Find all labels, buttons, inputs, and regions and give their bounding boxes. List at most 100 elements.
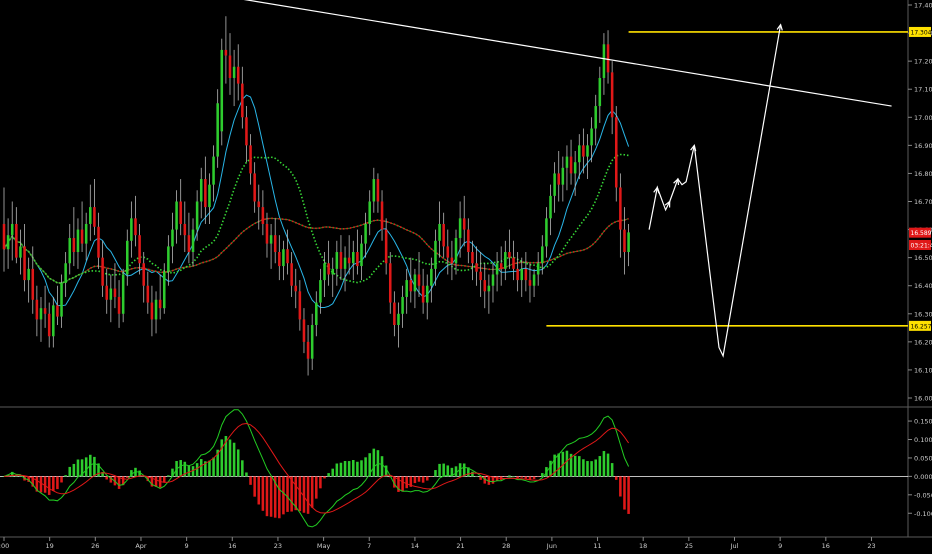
macd-histogram-bar bbox=[257, 476, 260, 504]
candle-body bbox=[418, 274, 421, 285]
macd-histogram-bar bbox=[48, 476, 51, 495]
chart-canvas[interactable]: 17.40017.30017.20017.10017.00016.90016.8… bbox=[0, 0, 932, 550]
candle-body bbox=[249, 145, 252, 173]
candle-body bbox=[373, 179, 376, 201]
macd-histogram-bar bbox=[442, 464, 445, 477]
candle-body bbox=[147, 286, 150, 303]
candle-body bbox=[253, 173, 256, 201]
x-tick-label: :00 bbox=[0, 542, 9, 550]
candle-body bbox=[294, 286, 297, 292]
trading-chart: 17.40017.30017.20017.10017.00016.90016.8… bbox=[0, 0, 932, 550]
candle-body bbox=[574, 162, 577, 173]
macd-y-tick-label: -0.100 bbox=[914, 510, 932, 518]
candle-body bbox=[192, 230, 195, 252]
candle-body bbox=[163, 272, 166, 308]
candle-body bbox=[262, 207, 265, 224]
macd-histogram-bar bbox=[537, 476, 540, 477]
candle-body bbox=[356, 252, 359, 266]
candle-body bbox=[578, 145, 581, 162]
y-tick-label: 16.400 bbox=[914, 282, 932, 290]
macd-histogram-bar bbox=[40, 476, 43, 492]
candle-body bbox=[410, 280, 413, 291]
macd-y-tick-label: 0.100 bbox=[914, 436, 932, 444]
candle-body bbox=[483, 280, 486, 291]
candle-body bbox=[336, 252, 339, 269]
x-tick-label: 16 bbox=[822, 542, 830, 550]
candle-body bbox=[385, 230, 388, 264]
candle-body bbox=[516, 269, 519, 280]
candle-body bbox=[73, 238, 76, 252]
x-tick-label: Jun bbox=[546, 542, 557, 550]
candle-body bbox=[110, 289, 113, 300]
macd-histogram-bar bbox=[229, 440, 232, 477]
candle-body bbox=[77, 230, 80, 252]
candle-body bbox=[142, 263, 145, 285]
candle-body bbox=[303, 319, 306, 341]
macd-histogram-bar bbox=[200, 459, 203, 476]
candle-body bbox=[504, 252, 507, 269]
macd-histogram-bar bbox=[188, 466, 191, 476]
y-tick-label: 16.000 bbox=[914, 395, 932, 403]
candle-body bbox=[216, 103, 219, 156]
candle-body bbox=[299, 291, 302, 319]
macd-histogram-bar bbox=[533, 476, 536, 479]
candle-body bbox=[93, 207, 96, 227]
candle-body bbox=[11, 224, 14, 235]
x-tick-label: 9 bbox=[185, 542, 189, 550]
macd-histogram-bar bbox=[155, 476, 158, 486]
candle-body bbox=[500, 263, 503, 269]
macd-y-tick-label: 0.000 bbox=[914, 473, 932, 481]
candle-body bbox=[196, 202, 199, 230]
x-tick-label: 26 bbox=[91, 542, 99, 550]
macd-histogram-bar bbox=[278, 476, 281, 518]
price-label-text: 16.257 bbox=[911, 323, 932, 330]
macd-histogram-bar bbox=[323, 476, 326, 478]
y-tick-label: 17.100 bbox=[914, 86, 932, 94]
candle-body bbox=[311, 325, 314, 359]
candle-body bbox=[340, 252, 343, 269]
candle-body bbox=[126, 241, 129, 275]
macd-histogram-bar bbox=[212, 458, 215, 477]
macd-histogram-bar bbox=[516, 476, 519, 478]
candle-body bbox=[381, 202, 384, 230]
candle-body bbox=[266, 224, 269, 244]
candle-body bbox=[623, 230, 626, 252]
macd-histogram-bar bbox=[307, 476, 310, 513]
y-tick-label: 16.900 bbox=[914, 142, 932, 150]
candle-body bbox=[442, 224, 445, 246]
candle-body bbox=[97, 227, 100, 258]
candle-body bbox=[397, 314, 400, 325]
candle-body bbox=[512, 258, 515, 269]
y-tick-label: 17.400 bbox=[914, 2, 932, 10]
candle-body bbox=[155, 300, 158, 320]
candle-body bbox=[492, 274, 495, 285]
candle-body bbox=[549, 196, 552, 218]
macd-histogram-bar bbox=[574, 456, 577, 477]
candle-body bbox=[257, 202, 260, 208]
macd-histogram-bar bbox=[340, 463, 343, 477]
candle-body bbox=[319, 280, 322, 302]
macd-histogram-bar bbox=[566, 451, 569, 477]
x-tick-label: 14 bbox=[411, 542, 419, 550]
candle-body bbox=[89, 207, 92, 224]
macd-histogram-bar bbox=[344, 461, 347, 476]
y-tick-label: 16.100 bbox=[914, 366, 932, 374]
candle-body bbox=[64, 263, 67, 283]
candle-body bbox=[68, 238, 71, 263]
candle-body bbox=[430, 269, 433, 286]
macd-histogram-bar bbox=[607, 454, 610, 477]
candle-body bbox=[537, 263, 540, 274]
candle-body bbox=[105, 286, 108, 300]
y-tick-label: 16.700 bbox=[914, 198, 932, 206]
macd-histogram-bar bbox=[352, 460, 355, 476]
candle-body bbox=[159, 300, 162, 308]
macd-histogram-bar bbox=[299, 476, 302, 511]
x-tick-label: Apr bbox=[135, 542, 147, 550]
candle-body bbox=[36, 300, 39, 320]
candle-body bbox=[60, 283, 63, 317]
candle-body bbox=[344, 258, 347, 269]
candle-body bbox=[44, 308, 47, 314]
candle-body bbox=[377, 179, 380, 201]
macd-histogram-bar bbox=[221, 439, 224, 476]
macd-histogram-bar bbox=[381, 456, 384, 476]
